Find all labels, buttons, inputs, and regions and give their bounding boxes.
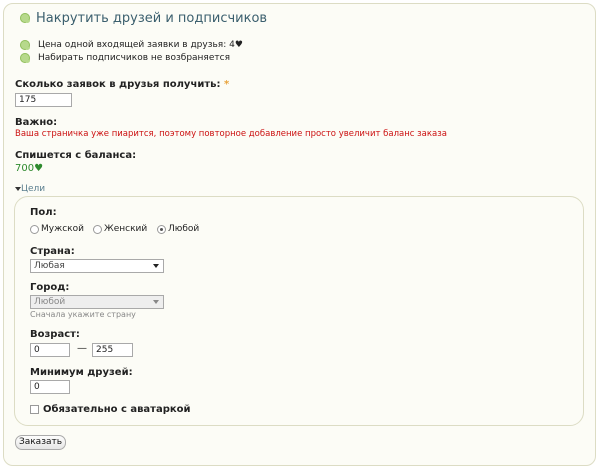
country-label: Страна: (30, 246, 75, 257)
avatar-label: Обязательно с аватаркой (43, 404, 191, 415)
min-friends-label: Минимум друзей: (30, 367, 133, 378)
requests-input[interactable]: 175 (15, 93, 72, 107)
country-select[interactable]: Любая (30, 259, 164, 273)
important-label: Важно: (15, 117, 58, 128)
dropdown-arrow-icon (153, 300, 159, 304)
requests-label: Сколько заявок в друзья получить: * (15, 79, 229, 90)
gender-radio-male[interactable] (30, 225, 39, 234)
gender-option-male: Мужской (41, 224, 84, 234)
heart-icon (20, 40, 30, 50)
city-label: Город: (30, 282, 70, 293)
page-title: Накрутить друзей и подписчиков (36, 11, 268, 26)
age-to-input[interactable]: 255 (92, 343, 133, 357)
price-info: Цена одной входящей заявки в друзья: 4♥ (38, 40, 243, 50)
country-select-value: Любая (34, 261, 65, 271)
min-friends-input[interactable]: 0 (30, 380, 70, 394)
gender-option-female: Женский (104, 224, 148, 234)
city-hint: Сначала укажите страну (30, 310, 136, 319)
important-text: Ваша страничка уже пиарится, поэтому пов… (15, 129, 447, 139)
gender-option-any: Любой (168, 224, 200, 234)
city-select[interactable]: Любой (30, 295, 164, 309)
requests-label-text: Сколько заявок в друзья получить: (15, 79, 221, 90)
required-star: * (223, 79, 230, 90)
age-label: Возраст: (30, 329, 80, 340)
heart-icon (20, 53, 30, 63)
balance-label: Спишется с баланса: (15, 150, 137, 161)
followers-info: Набирать подписчиков не возбраняется (38, 53, 230, 63)
order-button[interactable]: Заказать (15, 435, 66, 450)
gender-radio-female[interactable] (93, 225, 102, 234)
gender-label: Пол: (30, 207, 57, 218)
heart-icon (20, 13, 30, 23)
age-from-input[interactable]: 0 (30, 343, 70, 357)
dropdown-arrow-icon (153, 264, 159, 268)
city-select-value: Любой (34, 297, 66, 307)
avatar-checkbox[interactable] (30, 405, 39, 414)
targets-toggle[interactable]: Цели (21, 184, 45, 194)
gender-radio-any[interactable] (157, 225, 166, 234)
balance-value: 700♥ (15, 163, 44, 174)
age-separator: — (77, 343, 87, 354)
